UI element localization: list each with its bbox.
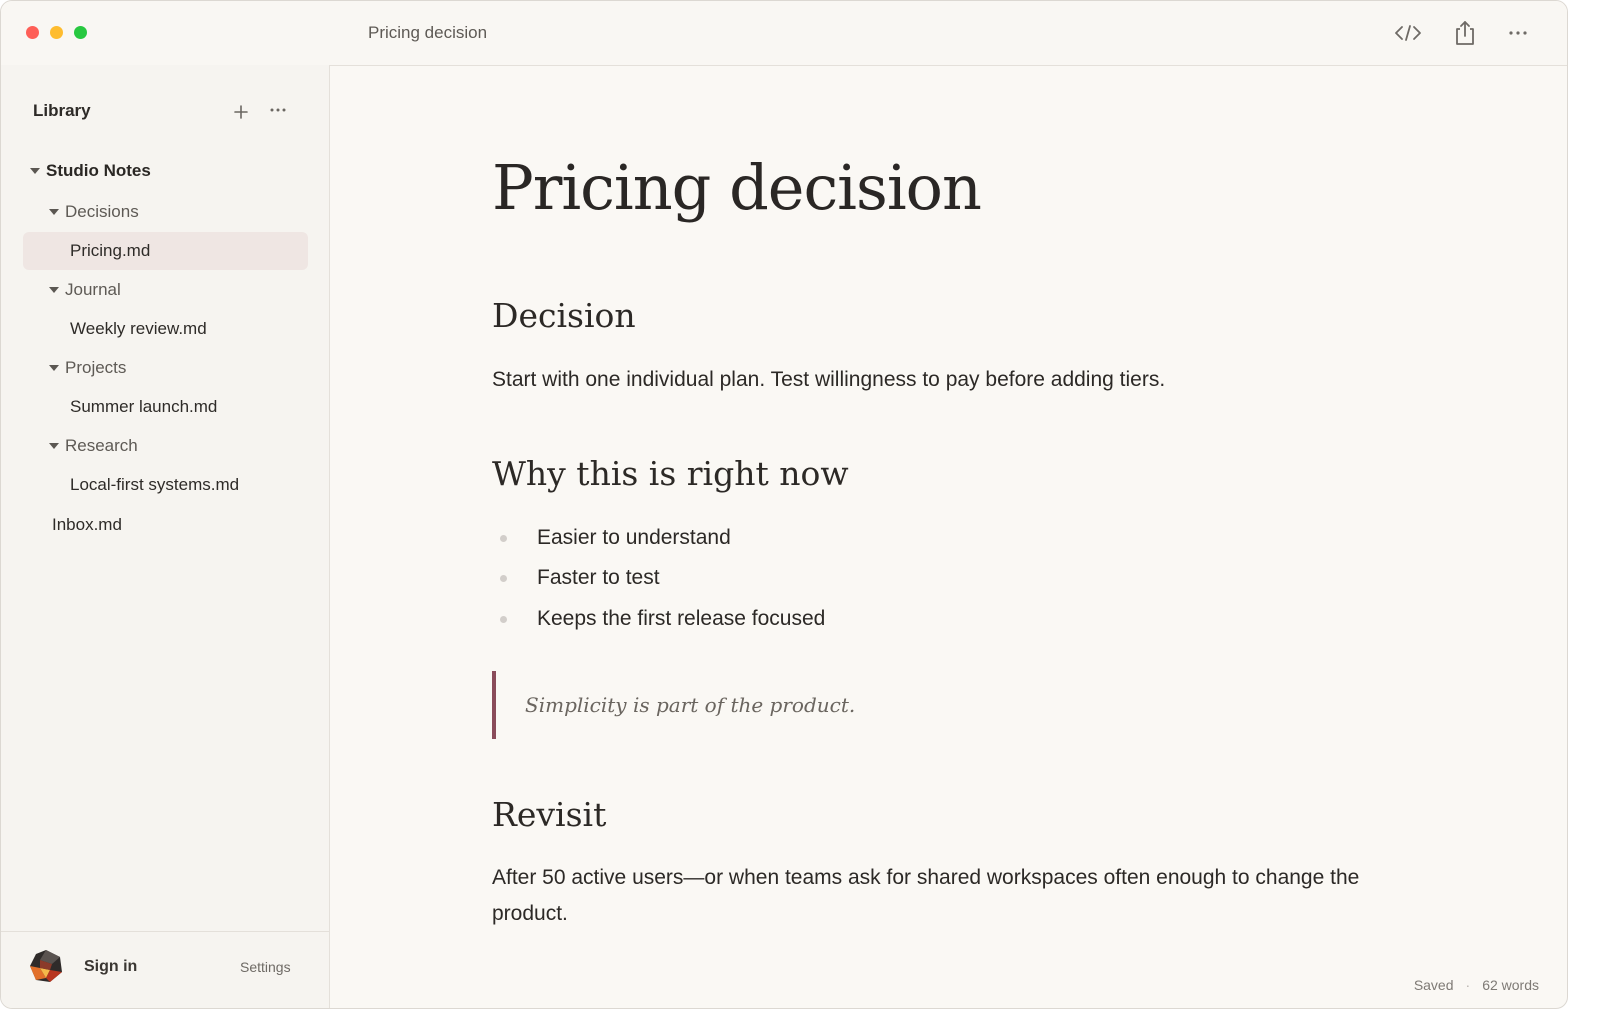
tree-folder-journal[interactable]: Journal (49, 271, 121, 309)
share-icon[interactable] (1449, 17, 1481, 49)
sign-in-link[interactable]: Sign in (84, 958, 137, 976)
tree-file-pricing[interactable]: Pricing.md (23, 232, 308, 270)
tree-folder-decisions[interactable]: Decisions (49, 193, 139, 231)
list-item-text: Easier to understand (537, 526, 731, 549)
chevron-down-icon[interactable] (30, 168, 40, 174)
tree-file-label: Summer launch.md (70, 397, 218, 416)
bullet-icon (500, 534, 507, 542)
app-window: Pricing decision Library Studio Notes De… (0, 0, 1568, 1009)
section-body-revisit[interactable]: After 50 active users—or when teams ask … (492, 860, 1422, 932)
chevron-down-icon[interactable] (49, 287, 59, 293)
title-bar: Pricing decision (1, 1, 1567, 66)
editor-pane[interactable]: Pricing decision Decision Start with one… (330, 65, 1567, 1008)
bullet-icon (500, 574, 507, 582)
chevron-down-icon[interactable] (49, 209, 59, 215)
chevron-down-icon[interactable] (49, 365, 59, 371)
section-heading-decision[interactable]: Decision (492, 296, 636, 335)
save-status: Saved (1413, 977, 1454, 993)
list-item[interactable]: Keeps the first release focused (500, 604, 825, 634)
settings-link[interactable]: Settings (240, 959, 291, 975)
word-count: 62 words (1482, 977, 1539, 993)
status-separator: · (1465, 977, 1471, 993)
avatar[interactable] (28, 948, 64, 984)
document-title[interactable]: Pricing decision (492, 151, 982, 224)
tree-folder-label: Projects (65, 358, 127, 377)
tree-file-label: Local-first systems.md (70, 475, 240, 494)
sidebar-more-icon[interactable] (266, 99, 290, 121)
section-heading-revisit[interactable]: Revisit (492, 795, 606, 834)
tree-file-label: Weekly review.md (70, 319, 207, 338)
status-bar: Saved · 62 words (1414, 977, 1539, 993)
zoom-window-button[interactable] (74, 26, 87, 39)
window-title: Pricing decision (368, 23, 488, 42)
tree-folder-projects[interactable]: Projects (49, 349, 126, 387)
chevron-down-icon[interactable] (49, 443, 59, 449)
tree-file-inbox[interactable]: Inbox.md (52, 506, 122, 544)
tree-file-label: Pricing.md (70, 241, 151, 260)
library-title: Library (33, 101, 91, 120)
more-icon[interactable] (1502, 17, 1534, 49)
tree-file-local-first-systems[interactable]: Local-first systems.md (70, 466, 239, 504)
code-icon[interactable] (1392, 17, 1424, 49)
add-icon[interactable] (230, 101, 252, 123)
list-item[interactable]: Easier to understand (500, 523, 731, 553)
tree-folder-label: Research (65, 436, 138, 455)
section-body-decision[interactable]: Start with one individual plan. Test wil… (492, 362, 1165, 398)
bullet-icon (500, 615, 507, 623)
list-item[interactable]: Faster to test (500, 563, 660, 593)
tree-file-label: Inbox.md (52, 515, 122, 534)
tree-folder-label: Journal (65, 280, 121, 299)
list-item-text: Keeps the first release focused (537, 607, 826, 630)
tree-root-label: Studio Notes (46, 161, 151, 180)
tree-root-studio-notes[interactable]: Studio Notes (30, 152, 151, 190)
sidebar: Library Studio Notes Decisions Pricing.m… (1, 65, 330, 1008)
list-item-text: Faster to test (537, 566, 660, 589)
minimize-window-button[interactable] (50, 26, 63, 39)
tree-file-summer-launch[interactable]: Summer launch.md (70, 388, 217, 426)
sidebar-footer: Sign in Settings (1, 931, 329, 1008)
blockquote-text: Simplicity is part of the product. (525, 693, 856, 717)
tree-folder-label: Decisions (65, 202, 139, 221)
tree-file-weekly-review[interactable]: Weekly review.md (70, 310, 207, 348)
tree-folder-research[interactable]: Research (49, 427, 138, 465)
blockquote[interactable]: Simplicity is part of the product. (492, 671, 855, 739)
close-window-button[interactable] (26, 26, 39, 39)
section-heading-why[interactable]: Why this is right now (492, 454, 849, 493)
